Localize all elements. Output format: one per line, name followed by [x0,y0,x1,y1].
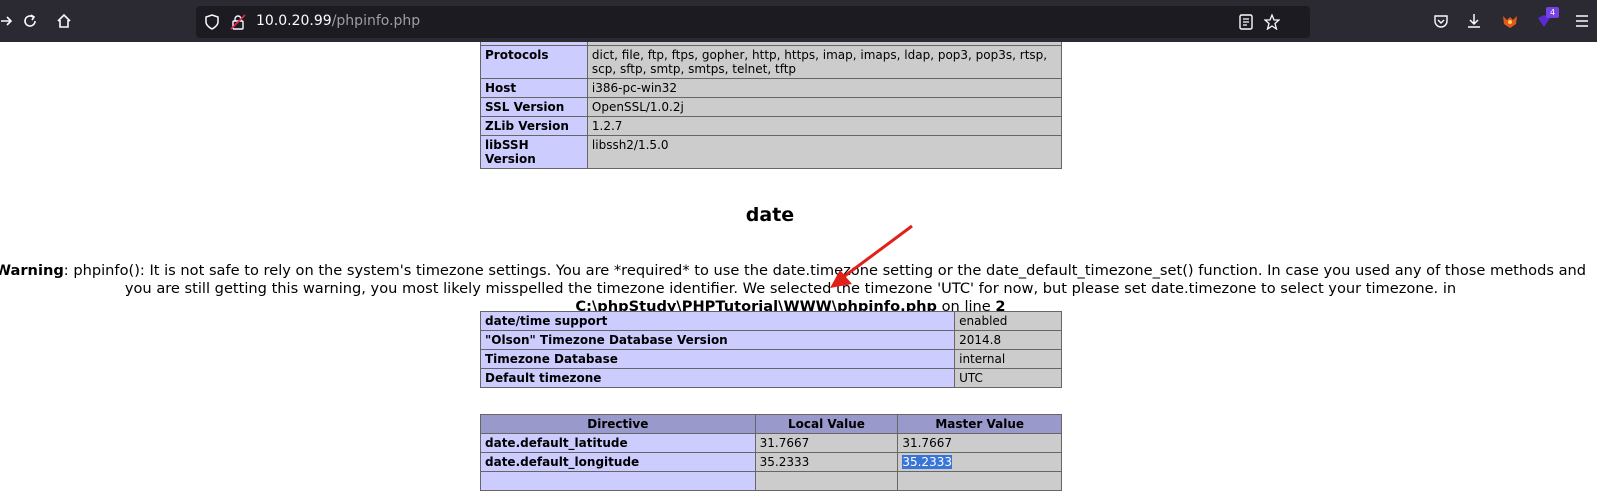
browser-toolbar: 10.0.20.99/phpinfo.php 4 [0,0,1597,42]
annotation-arrow [830,224,913,288]
reader-view-icon[interactable] [1236,12,1256,32]
home-icon[interactable] [54,11,74,31]
forward-arrow-icon[interactable] [0,11,14,31]
insecure-lock-icon[interactable] [228,12,248,32]
url-text[interactable]: 10.0.20.99/phpinfo.php [256,13,420,29]
url-host: 10.0.20.99 [256,13,332,29]
extension-badge: 4 [1546,7,1559,18]
shield-icon[interactable] [202,12,222,32]
reload-icon[interactable] [20,11,40,31]
pocket-icon[interactable] [1431,11,1451,31]
bookmark-star-icon[interactable] [1262,12,1282,32]
url-bar[interactable]: 10.0.20.99/phpinfo.php [196,6,1310,38]
foxyproxy-extension-icon[interactable] [1500,11,1520,31]
downloads-icon[interactable] [1464,11,1484,31]
url-path: /phpinfo.php [331,13,421,29]
phpinfo-page: Protocols dict, file, ftp, ftps, gopher, … [0,42,1597,492]
menu-icon[interactable] [1572,11,1592,31]
